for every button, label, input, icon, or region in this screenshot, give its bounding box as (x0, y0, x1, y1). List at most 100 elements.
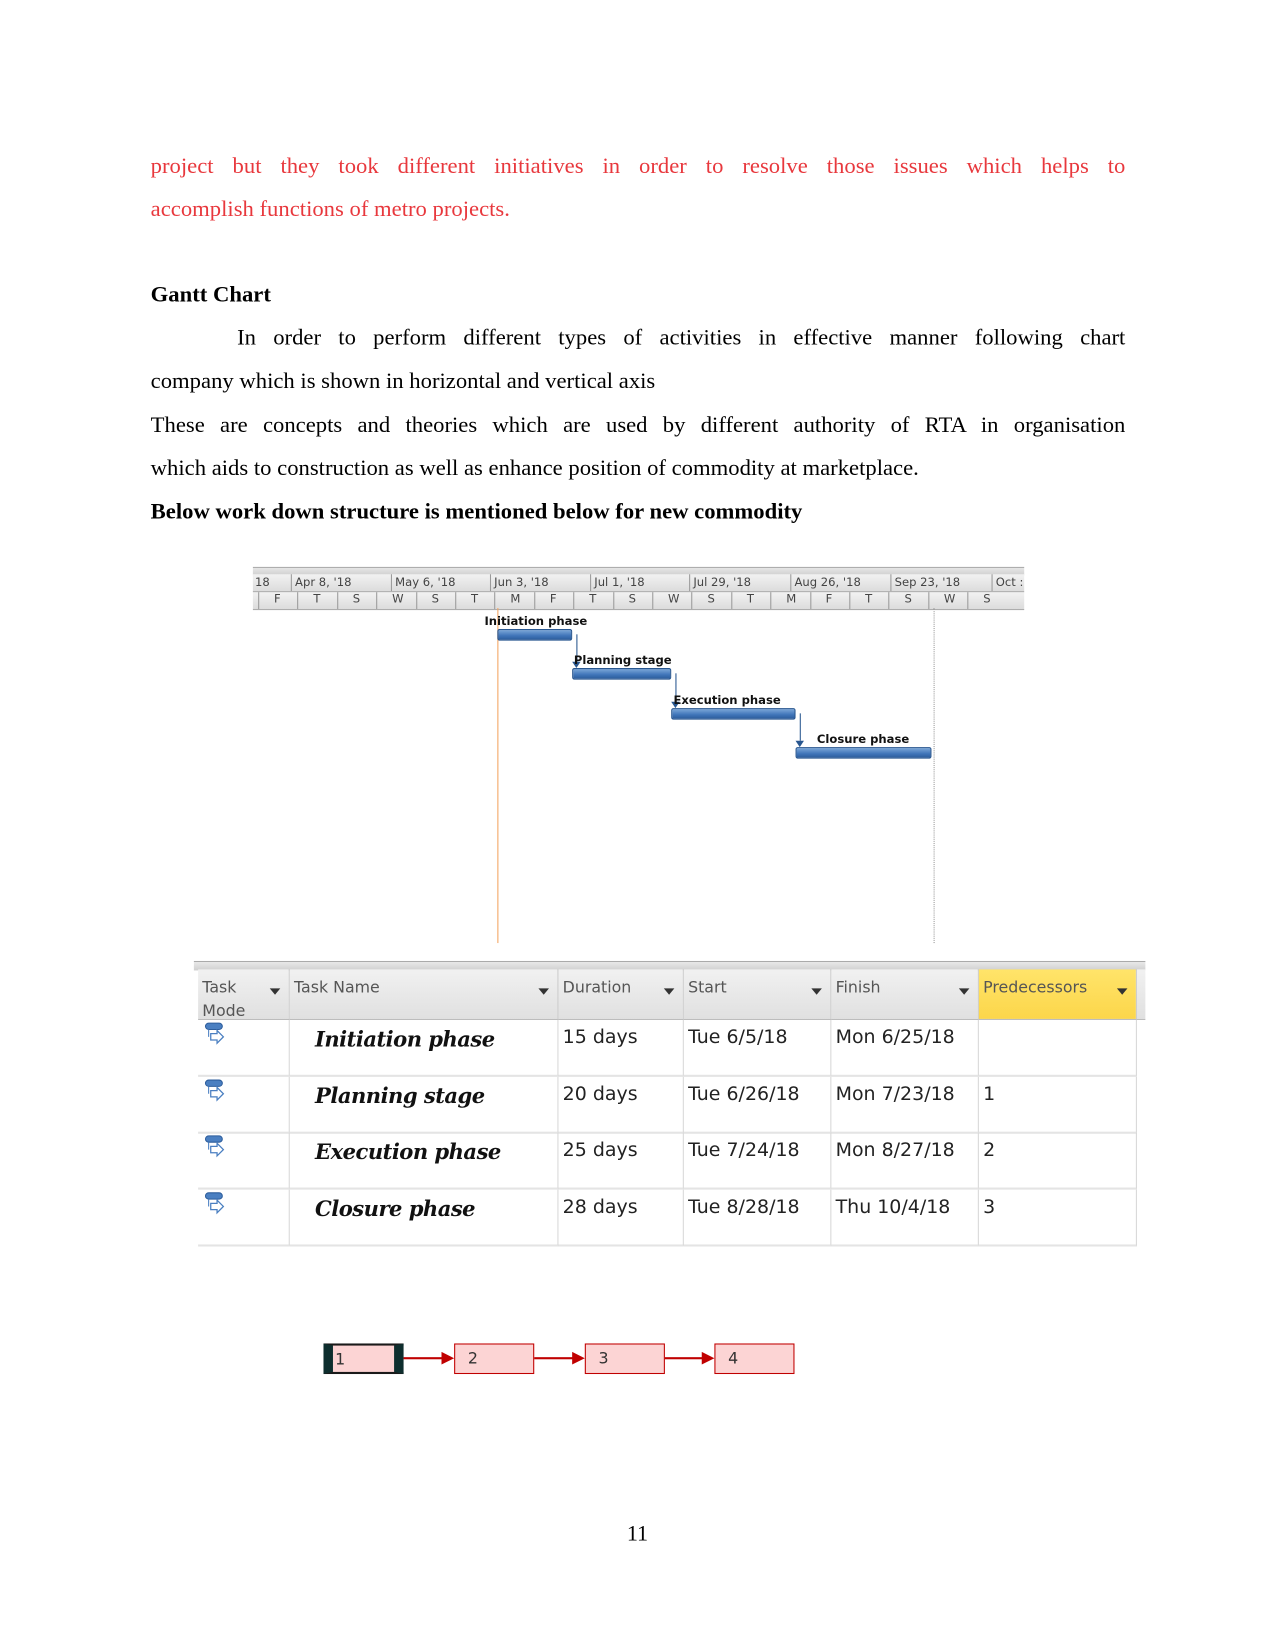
cell-duration[interactable]: 25 days (558, 1132, 684, 1190)
cell-finish[interactable]: Mon 7/23/18 (831, 1076, 979, 1134)
column-header-duration[interactable]: Duration (558, 969, 684, 1020)
cell-finish[interactable]: Thu 10/4/18 (831, 1189, 979, 1247)
timescale-separator (336, 592, 339, 610)
dropdown-arrow-icon[interactable] (1116, 988, 1128, 995)
timescale-major-label: Jul 1, '18 (594, 575, 645, 590)
cell-name[interactable]: Closure phase (289, 1189, 559, 1247)
timescale-separator (390, 574, 392, 592)
page-number: 11 (626, 1520, 649, 1546)
dependency-link (792, 713, 802, 741)
timescale-major-label: Oct : (995, 575, 1024, 590)
cell-predecessors[interactable]: 1 (978, 1076, 1137, 1134)
timescale-separator (652, 592, 654, 610)
timescale-minor: FTSWSTMFTSWSTMFTSWS (252, 591, 1025, 611)
timescale-separator (573, 592, 575, 610)
timescale-major: 18 Apr 8, '18 May 6, '18 Jun 3, '18 Jul 1, '… (252, 574, 1025, 592)
column-header-finish[interactable]: Finish (831, 969, 979, 1020)
paragraph-2-line-1: These are concepts and theories which ar… (150, 411, 1126, 438)
gantt-bar-label: Execution phase (673, 693, 781, 708)
cell-mode[interactable] (198, 1019, 290, 1077)
cell-mode[interactable] (198, 1189, 290, 1247)
cell-name[interactable]: Initiation phase (289, 1019, 559, 1077)
timescale-separator (494, 592, 496, 610)
dropdown-arrow-icon[interactable] (538, 988, 549, 995)
cell-start[interactable]: Tue 8/28/18 (683, 1189, 832, 1247)
cell-duration[interactable]: 20 days (558, 1076, 684, 1134)
timescale-minor-label: W (943, 592, 956, 606)
timescale-separator (258, 592, 260, 610)
column-header-start[interactable]: Start (683, 969, 832, 1020)
gantt-bar-label: Closure phase (816, 732, 910, 747)
dropdown-arrow-icon[interactable] (958, 988, 970, 995)
gantt-bar[interactable] (671, 708, 796, 720)
cell-start[interactable]: Tue 7/24/18 (683, 1132, 832, 1190)
dropdown-arrow-icon[interactable] (269, 988, 281, 995)
cell-mode[interactable] (198, 1132, 290, 1190)
timescale-major-label: 18 (254, 575, 270, 590)
section-heading: Gantt Chart (150, 281, 271, 307)
timescale-separator (376, 592, 378, 610)
timescale-major-label: Aug 26, '18 (794, 575, 861, 590)
cell-predecessors[interactable] (978, 1019, 1137, 1077)
timescale-minor-label: S (983, 592, 991, 606)
header-label: Finish (835, 977, 881, 997)
timescale-separator (967, 592, 969, 610)
timescale-minor-label: S (628, 592, 636, 606)
column-header-task-mode[interactable]: Task Mode (198, 969, 290, 1020)
gantt-chart: 18 Apr 8, '18 May 6, '18 Jun 3, '18 Jul 1, '… (252, 566, 1025, 944)
timescale-separator (297, 592, 299, 610)
timescale-major-label: Apr 8, '18 (295, 575, 352, 590)
gantt-bar[interactable] (571, 668, 672, 680)
gantt-bar[interactable] (795, 747, 931, 759)
column-header-next[interactable] (1136, 969, 1146, 1020)
auto-scheduled-task-icon (204, 1022, 225, 1045)
timescale-minor-label: W (668, 592, 680, 606)
cell-start[interactable]: Tue 6/26/18 (683, 1076, 832, 1134)
cell-predecessors[interactable]: 2 (978, 1132, 1137, 1190)
network-node[interactable]: 4 (714, 1343, 795, 1375)
timescale-major-label: Jun 3, '18 (494, 575, 549, 590)
auto-scheduled-task-icon (204, 1078, 225, 1102)
timescale-minor-label: F (825, 592, 833, 606)
timescale-minor-label: T (589, 592, 597, 606)
cell-duration[interactable]: 15 days (558, 1019, 684, 1077)
column-header-task-name[interactable]: Task Name (289, 969, 559, 1020)
header-label: Duration (562, 977, 632, 997)
timescale-separator (590, 574, 592, 592)
gantt-bar-label: Planning stage (573, 653, 672, 667)
network-node[interactable]: 3 (584, 1343, 665, 1375)
timescale-minor-label: S (904, 592, 912, 606)
timescale-minor-label: S (431, 592, 439, 606)
gantt-bar-label: Initiation phase (484, 614, 588, 629)
dropdown-arrow-icon[interactable] (663, 988, 675, 995)
cell-finish[interactable]: Mon 8/27/18 (831, 1132, 979, 1190)
network-node[interactable]: 2 (454, 1343, 535, 1375)
network-arrow (403, 1357, 444, 1360)
timescale-minor-label: T (471, 592, 479, 606)
column-header-predecessors[interactable]: Predecessors (978, 969, 1137, 1020)
timescale-separator (455, 592, 457, 610)
cell-name[interactable]: Execution phase (289, 1132, 559, 1190)
timescale-minor-label: F (549, 592, 557, 606)
header-label: Task Name (293, 977, 380, 997)
cell-predecessors[interactable]: 3 (978, 1189, 1137, 1247)
cell-duration[interactable]: 28 days (558, 1189, 684, 1247)
task-table: Task Mode Task Name Duration Start Finis… (193, 960, 1146, 1252)
timescale-separator (888, 592, 890, 610)
gantt-bar[interactable] (497, 629, 572, 641)
cell-finish[interactable]: Mon 6/25/18 (831, 1019, 979, 1077)
timescale-minor-label: S (352, 592, 361, 606)
timescale-minor-label: T (313, 592, 321, 606)
timescale-separator (689, 574, 691, 592)
arrowhead-icon (701, 1351, 715, 1365)
dropdown-arrow-icon[interactable] (811, 988, 822, 995)
cell-name[interactable]: Planning stage (289, 1076, 559, 1134)
timescale-minor-label: M (510, 592, 521, 606)
paragraph-red-line-1: project but they took different initiati… (150, 152, 1126, 179)
cell-start[interactable]: Tue 6/5/18 (683, 1019, 832, 1077)
cell-mode[interactable] (198, 1076, 290, 1134)
timescale-separator (731, 592, 733, 610)
header-label: Start (688, 977, 727, 997)
timescale-minor-label: T (865, 592, 873, 606)
network-node[interactable]: 1 (323, 1343, 404, 1375)
